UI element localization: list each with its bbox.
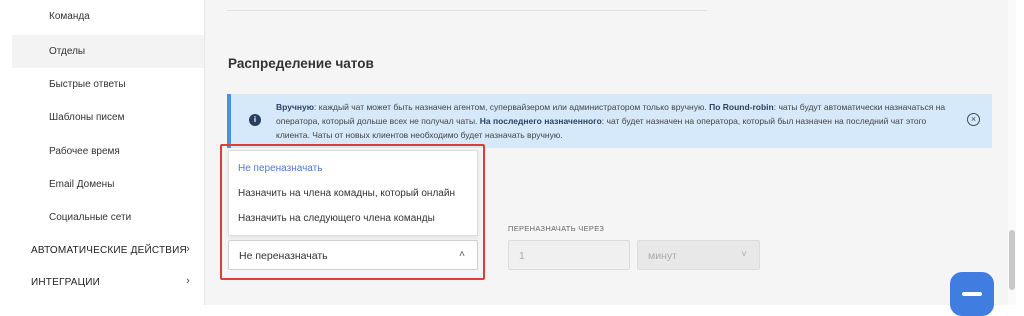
divider <box>227 10 707 11</box>
close-icon[interactable]: × <box>967 113 980 126</box>
sidebar-group-automatic-actions[interactable]: АВТОМАТИЧЕСКИЕ ДЕЙСТВИЯ › <box>12 234 204 267</box>
sidebar-item-label: Социальные сети <box>49 212 132 223</box>
chevron-down-icon: ˅ <box>741 249 747 260</box>
section-title: Распределение чатов <box>228 56 374 71</box>
scrollbar-thumb[interactable] <box>1009 230 1015 290</box>
chat-icon <box>962 292 982 296</box>
sidebar-item-label: Шаблоны писем <box>49 112 125 123</box>
reassign-after-label: ПЕРЕНАЗНАЧАТЬ ЧЕРЕЗ <box>508 224 605 233</box>
sidebar-item-team[interactable]: Команда <box>12 0 204 33</box>
reassign-after-value: 1 <box>519 250 525 262</box>
chevron-right-icon: › <box>186 243 190 255</box>
sidebar-item-email-domains[interactable]: Email Домены <box>12 168 204 201</box>
sidebar-item-label: Email Домены <box>49 179 115 190</box>
chevron-right-icon: › <box>186 275 190 287</box>
sidebar-item-label: Рабочее время <box>49 146 120 157</box>
highlight-box <box>220 144 485 280</box>
sidebar-group-label: АВТОМАТИЧЕСКИЕ ДЕЙСТВИЯ <box>31 245 187 256</box>
time-unit-value: минут <box>648 250 677 262</box>
sidebar-item-quick-replies[interactable]: Быстрые ответы <box>12 68 204 101</box>
info-bold-round-robin: По Round-robin <box>709 102 774 112</box>
info-text: Вручную: каждый чат может быть назначен … <box>276 100 956 142</box>
info-text-manual: : каждый чат может быть назначен агентом… <box>314 102 710 112</box>
chat-widget-button[interactable] <box>950 272 994 316</box>
reassign-after-input[interactable]: 1 <box>508 240 630 270</box>
info-icon: i <box>249 114 261 126</box>
sidebar-item-email-templates[interactable]: Шаблоны писем <box>12 101 204 134</box>
info-banner: i Вручную: каждый чат может быть назначе… <box>227 94 992 148</box>
sidebar: Команда Отделы Быстрые ответы Шаблоны пи… <box>12 0 204 305</box>
sidebar-item-departments[interactable]: Отделы <box>12 35 204 68</box>
info-bold-last-assigned: На последнего назначенного <box>479 116 602 126</box>
sidebar-item-working-hours[interactable]: Рабочее время <box>12 135 204 168</box>
sidebar-group-label: ИНТЕГРАЦИИ <box>31 277 101 288</box>
sidebar-item-label: Команда <box>49 11 90 22</box>
info-bold-manual: Вручную <box>276 102 315 112</box>
app-frame: Команда Отделы Быстрые ответы Шаблоны пи… <box>0 0 1024 316</box>
sidebar-item-label: Отделы <box>49 46 86 57</box>
sidebar-item-label: Быстрые ответы <box>49 79 126 90</box>
sidebar-group-integrations[interactable]: ИНТЕГРАЦИИ › <box>12 266 204 299</box>
sidebar-item-social-networks[interactable]: Социальные сети <box>12 201 204 234</box>
time-unit-select[interactable]: минут ˅ <box>637 240 760 270</box>
